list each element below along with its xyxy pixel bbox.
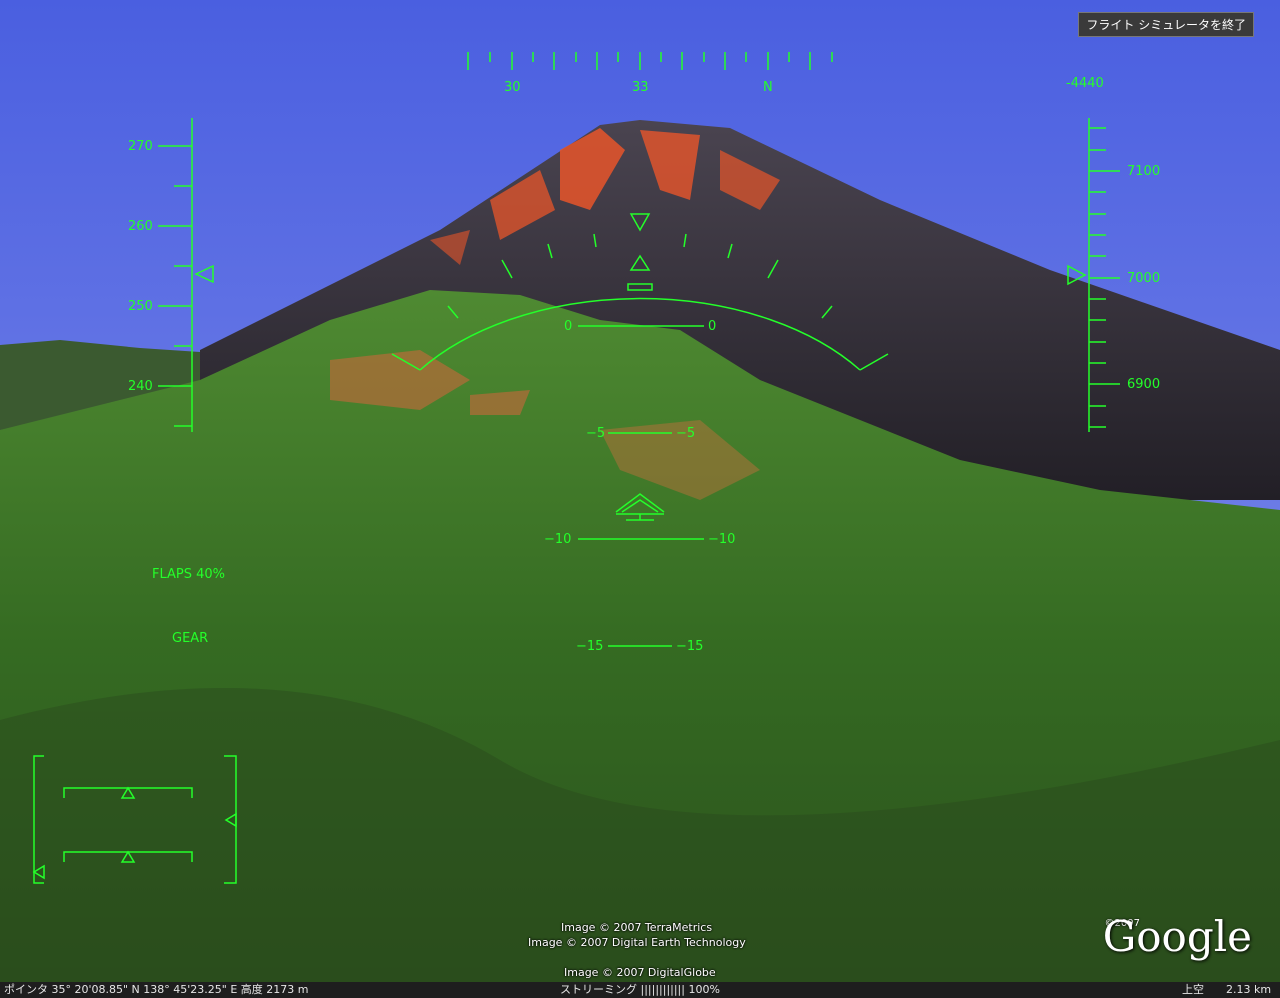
speed-label-240: 240 (128, 379, 153, 394)
credit-terrametrics: Image © 2007 TerraMetrics (561, 921, 713, 934)
altitude-label-7000: 7000 (1127, 271, 1161, 286)
bank-indicator (391, 213, 889, 371)
credit-digital-earth: Image © 2007 Digital Earth Technology (528, 936, 746, 949)
aircraft-symbol (615, 493, 665, 521)
pitch-label-minus5-left: −5 (586, 426, 606, 441)
speed-label-260: 260 (128, 219, 153, 234)
pitch-label-minus5-right: −5 (676, 426, 696, 441)
control-indicator (32, 755, 237, 884)
heading-label-33: 33 (632, 80, 649, 95)
pitch-label-0-right: 0 (708, 319, 717, 334)
google-logo: Google (1102, 912, 1252, 961)
pitch-label-minus15-left: −15 (576, 639, 604, 654)
flaps-indicator: FLAPS 40% (152, 567, 226, 582)
vertical-speed-readout: -4440 (1066, 76, 1104, 91)
altitude-label-7100: 7100 (1127, 164, 1161, 179)
exit-flight-simulator-button[interactable]: フライト シミュレータを終了 (1078, 12, 1254, 37)
eye-altitude-value: 2.13 km (1226, 983, 1272, 996)
pitch-ladder (578, 325, 704, 647)
pitch-label-minus15-right: −15 (676, 639, 704, 654)
hud-overlay (32, 52, 1120, 884)
heading-tape (467, 52, 833, 70)
speed-label-250: 250 (128, 299, 153, 314)
altitude-tape (1067, 118, 1120, 432)
eye-altitude-label: 上空 (1182, 983, 1204, 996)
speed-label-270: 270 (128, 139, 153, 154)
streaming-status: ストリーミング |||||||||||| 100% (560, 983, 720, 996)
pointer-coordinates: ポインタ 35° 20'08.85" N 138° 45'23.25" E 高度… (4, 983, 309, 996)
gear-indicator: GEAR (172, 631, 209, 646)
pitch-label-minus10-left: −10 (544, 532, 572, 547)
heading-label-30: 30 (504, 80, 521, 95)
credit-digitalglobe: Image © 2007 DigitalGlobe (564, 966, 716, 979)
heading-label-n: N (763, 80, 773, 95)
airspeed-tape (158, 118, 214, 432)
pitch-label-0-left: 0 (564, 319, 573, 334)
altitude-label-6900: 6900 (1127, 377, 1161, 392)
status-bar: ポインタ 35° 20'08.85" N 138° 45'23.25" E 高度… (0, 982, 1280, 998)
pitch-label-minus10-right: −10 (708, 532, 736, 547)
